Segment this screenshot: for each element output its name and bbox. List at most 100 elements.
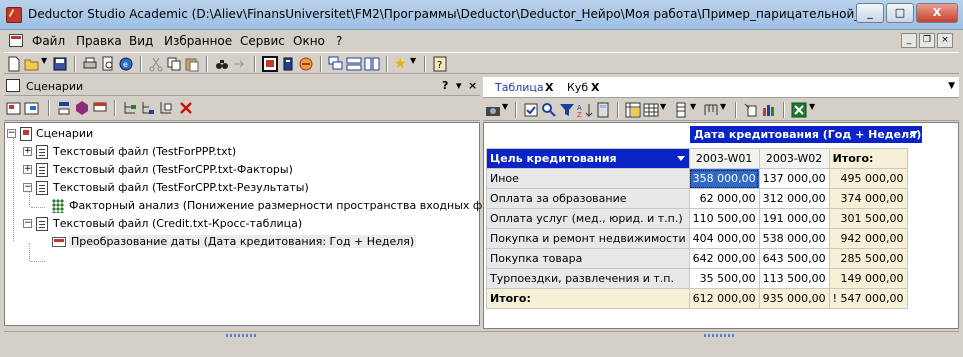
delete-icon[interactable] xyxy=(178,100,194,116)
menu-service[interactable]: Сервис xyxy=(240,34,285,48)
total-cell[interactable]: 935 000,00 xyxy=(758,288,830,309)
total-cell[interactable]: 942 000,00 xyxy=(828,228,908,249)
help-icon[interactable]: ? xyxy=(432,56,448,72)
favorites-star-icon[interactable]: ★ xyxy=(394,56,410,72)
value-cell[interactable]: 404 000,00 xyxy=(688,228,760,249)
save-icon[interactable] xyxy=(52,56,68,72)
panel-close-button[interactable]: × xyxy=(468,79,477,92)
find-icon[interactable] xyxy=(214,56,230,72)
open-icon[interactable] xyxy=(24,56,40,72)
mdi-minimize-button[interactable]: _ xyxy=(901,33,917,48)
zoom-icon[interactable] xyxy=(541,102,557,118)
camera-icon[interactable] xyxy=(485,102,501,118)
value-cell[interactable]: 113 500,00 xyxy=(758,268,830,289)
tree-expand-icon[interactable] xyxy=(122,100,138,116)
mdi-restore-button[interactable]: ❐ xyxy=(919,33,935,48)
close-button[interactable]: X xyxy=(916,3,958,23)
report-icon[interactable] xyxy=(92,100,108,116)
row-header[interactable]: Покупка и ремонт недвижимости xyxy=(486,228,690,249)
column-header[interactable]: 2003-W02 xyxy=(758,148,830,169)
browser-icon[interactable]: e xyxy=(118,56,134,72)
value-cell[interactable]: 62 000,00 xyxy=(688,188,760,209)
wizard-import-icon[interactable] xyxy=(6,100,22,116)
column-field-dropdown-icon[interactable] xyxy=(910,131,918,136)
row-field-dropdown-icon[interactable] xyxy=(676,156,685,161)
collapse-icon[interactable]: − xyxy=(23,219,32,228)
processing-wizard-icon[interactable] xyxy=(56,100,72,116)
menu-file[interactable]: Файл xyxy=(32,34,65,48)
mdi-close-button[interactable]: × xyxy=(937,33,953,48)
copy-icon[interactable] xyxy=(166,56,182,72)
scenarios-panel-icon[interactable] xyxy=(262,56,278,72)
replace-icon[interactable] xyxy=(232,56,248,72)
row-header[interactable]: Оплата услуг (мед., юрид. и т.п.) xyxy=(486,208,690,229)
visualizer-icon[interactable] xyxy=(74,100,90,116)
column-dimension-field[interactable]: Дата кредитования (Год + Неделя) xyxy=(690,126,922,143)
expand-icon[interactable]: + xyxy=(23,147,32,156)
sort-icon[interactable]: AZ xyxy=(577,102,593,118)
total-cell[interactable]: 285 500,00 xyxy=(828,248,908,269)
cut-icon[interactable] xyxy=(148,56,164,72)
total-cell[interactable]: 374 000,00 xyxy=(828,188,908,209)
column-header[interactable]: 2003-W01 xyxy=(688,148,760,169)
menu-edit[interactable]: Правка xyxy=(76,34,122,48)
collapse-icon[interactable]: − xyxy=(7,129,16,138)
new-icon[interactable] xyxy=(6,56,22,72)
grid-icon[interactable] xyxy=(643,102,659,118)
value-cell[interactable]: 643 500,00 xyxy=(758,248,830,269)
selected-cell[interactable]: 358 000,00 xyxy=(688,168,760,189)
tabs-dropdown-icon[interactable]: ▼ xyxy=(948,81,955,91)
value-cell[interactable]: 137 000,00 xyxy=(758,168,830,189)
print-icon[interactable] xyxy=(82,56,98,72)
tab-cube-close-button[interactable]: X xyxy=(591,81,599,94)
database-icon[interactable] xyxy=(280,56,296,72)
total-cell[interactable]: 301 500,00 xyxy=(828,208,908,229)
excel-export-icon[interactable] xyxy=(791,102,807,118)
transpose-icon[interactable] xyxy=(625,102,641,118)
total-cell[interactable]: 149 000,00 xyxy=(828,268,908,289)
value-cell[interactable]: 110 500,00 xyxy=(688,208,760,229)
column-dimensions-icon[interactable] xyxy=(703,102,719,118)
value-cell[interactable]: 191 000,00 xyxy=(758,208,830,229)
chart-icon[interactable] xyxy=(761,102,777,118)
left-panel-splitter-grip[interactable] xyxy=(226,334,256,337)
tab-cube[interactable]: Куб xyxy=(563,79,592,97)
menu-help[interactable]: ? xyxy=(336,34,342,48)
wizard-export-icon[interactable] xyxy=(24,100,40,116)
panel-pin-button[interactable]: ▾ xyxy=(456,79,462,92)
right-panel-splitter-grip[interactable] xyxy=(704,334,734,337)
row-dimension-field[interactable]: Цель кредитования xyxy=(486,148,690,169)
tab-table[interactable]: Таблица xyxy=(491,79,548,97)
value-cell[interactable]: 538 000,00 xyxy=(758,228,830,249)
calculator-icon[interactable] xyxy=(595,102,611,118)
export-dropdown-icon[interactable]: ▼ xyxy=(809,102,825,118)
total-cell[interactable]: 495 000,00 xyxy=(828,168,908,189)
value-cell[interactable]: 312 000,00 xyxy=(758,188,830,209)
value-cell[interactable]: 35 500,00 xyxy=(688,268,760,289)
menu-window[interactable]: Окно xyxy=(293,34,325,48)
tree-collapse-icon[interactable] xyxy=(140,100,156,116)
cube-setup-icon[interactable] xyxy=(523,102,539,118)
tile-vertical-icon[interactable] xyxy=(364,56,380,72)
menu-view[interactable]: Вид xyxy=(129,34,153,48)
row-header[interactable]: Оплата за образование xyxy=(486,188,690,209)
column-dimensions-dropdown-icon[interactable]: ▼ xyxy=(720,102,736,118)
detail-icon[interactable] xyxy=(743,102,759,118)
value-cell[interactable]: 642 000,00 xyxy=(688,248,760,269)
tile-horizontal-icon[interactable] xyxy=(346,56,362,72)
paste-icon[interactable] xyxy=(184,56,200,72)
row-dimensions-icon[interactable] xyxy=(673,102,689,118)
menu-favorites[interactable]: Избранное xyxy=(164,34,232,48)
total-cell[interactable]: 612 000,00 xyxy=(688,288,760,309)
row-header[interactable]: Турпоездки, развлечения и т.п. xyxy=(486,268,690,289)
tree-copy-icon[interactable] xyxy=(158,100,174,116)
tab-table-close-button[interactable]: X xyxy=(545,81,553,94)
document-menu-icon[interactable] xyxy=(9,34,23,47)
cascade-windows-icon[interactable] xyxy=(328,56,344,72)
print-preview-icon[interactable] xyxy=(100,56,116,72)
filter-icon[interactable] xyxy=(559,102,575,118)
expand-icon[interactable]: + xyxy=(23,165,32,174)
grand-total-cell[interactable]: ! 547 000,00 xyxy=(828,288,908,309)
no-entry-icon[interactable] xyxy=(298,56,314,72)
collapse-icon[interactable]: − xyxy=(23,183,32,192)
